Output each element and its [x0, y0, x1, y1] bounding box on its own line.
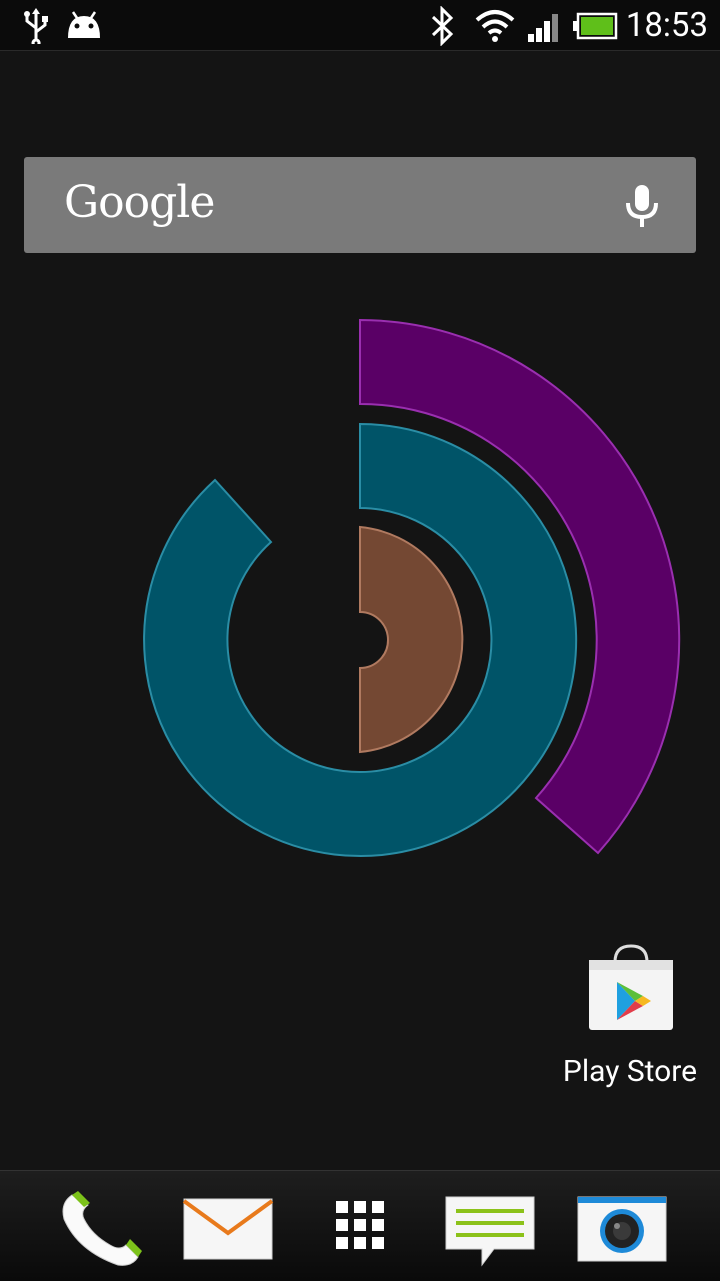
phone-icon[interactable] — [50, 1189, 146, 1269]
dock — [0, 1170, 720, 1281]
play-store-shortcut[interactable] — [566, 942, 696, 1038]
microphone-icon[interactable] — [624, 183, 660, 229]
messages-icon[interactable] — [442, 1189, 538, 1269]
android-debug-icon — [68, 11, 100, 38]
widget-inner-half — [359, 525, 464, 754]
clock-time: 18:53 — [625, 6, 708, 45]
app-drawer-icon[interactable] — [312, 1189, 408, 1269]
concentric-rings-widget[interactable] — [130, 310, 690, 870]
google-search-bar[interactable]: Google — [24, 157, 696, 253]
battery-icon — [573, 12, 618, 40]
bluetooth-icon — [431, 6, 454, 46]
camera-icon[interactable] — [574, 1189, 670, 1269]
play-store-label[interactable]: Play Store — [540, 1054, 720, 1089]
google-logo: Google — [64, 177, 215, 228]
widget-middle-ring — [143, 422, 578, 857]
status-bar: 18:53 — [0, 0, 720, 51]
wifi-icon — [475, 10, 515, 42]
play-store-icon — [589, 944, 673, 1030]
signal-icon — [528, 14, 558, 42]
mail-icon[interactable] — [180, 1189, 276, 1269]
usb-icon — [24, 8, 48, 44]
